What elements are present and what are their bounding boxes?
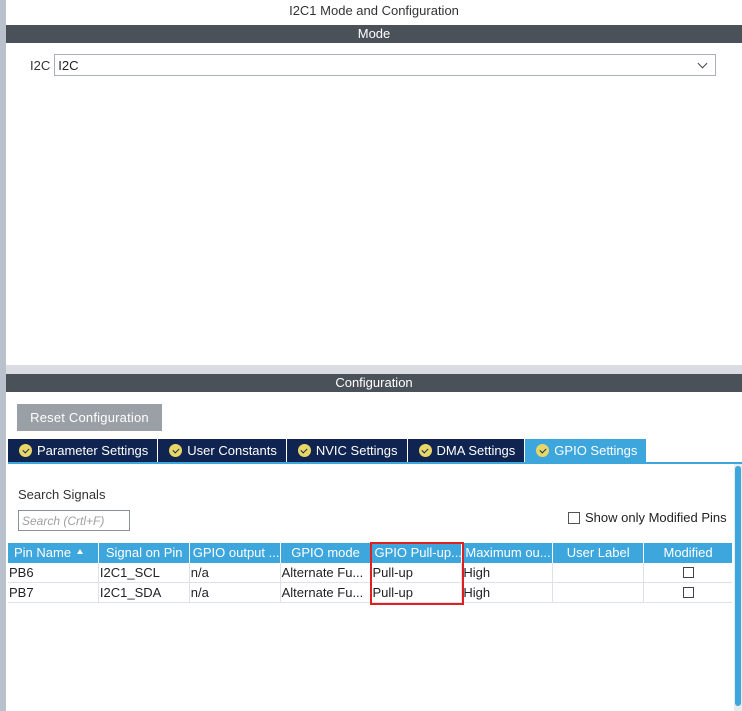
sort-ascending-icon [77, 549, 84, 554]
column-header-modified[interactable]: Modified [644, 543, 732, 563]
cell-pull: Pull-up [372, 583, 463, 602]
cell-signal: I2C1_SCL [99, 563, 190, 582]
column-header-label: Signal on Pin [105, 545, 183, 560]
cell-modified [644, 583, 732, 602]
column-header-label: GPIO output ... [192, 545, 280, 560]
check-circle-icon [418, 444, 432, 457]
column-header-max-output[interactable]: Maximum ou... [462, 543, 554, 563]
window-title: I2C1 Mode and Configuration [289, 3, 459, 18]
left-edge-strip [0, 0, 6, 711]
chevron-down-icon [697, 58, 708, 68]
cell-max-output: High [462, 563, 554, 582]
tab-dma-settings[interactable]: DMA Settings [407, 439, 525, 462]
modified-checkbox[interactable] [682, 567, 694, 578]
cell-output: n/a [190, 563, 281, 582]
tab-label: GPIO Settings [554, 443, 638, 458]
check-circle-icon [297, 444, 311, 457]
i2c-mode-select[interactable]: I2C [54, 54, 717, 76]
scrollbar-thumb[interactable] [735, 466, 741, 706]
tab-gpio-settings[interactable]: GPIO Settings [525, 439, 647, 462]
reset-configuration-button[interactable]: Reset Configuration [17, 404, 162, 431]
cell-user-label [553, 563, 645, 582]
mode-section-header: Mode [6, 25, 742, 43]
modified-checkbox[interactable] [682, 587, 694, 598]
column-header-gpio-mode[interactable]: GPIO mode [281, 543, 372, 563]
check-circle-icon [169, 444, 183, 457]
tab-label: NVIC Settings [315, 443, 398, 458]
cell-pin: PB7 [8, 583, 99, 602]
tab-label: User Constants [187, 443, 277, 458]
column-header-label: Pin Name [14, 545, 72, 560]
column-header-label: Maximum ou... [465, 545, 551, 560]
column-header-gpio-output[interactable]: GPIO output ... [190, 543, 281, 563]
cell-user-label [553, 583, 645, 602]
configuration-section-header: Configuration [6, 374, 742, 392]
i2c-mode-row: I2C I2C [30, 54, 717, 76]
column-header-signal[interactable]: Signal on Pin [99, 543, 190, 563]
i2c-mode-label: I2C [30, 57, 51, 73]
column-header-gpio-pull[interactable]: GPIO Pull-up... [372, 543, 463, 563]
cell-output: n/a [190, 583, 281, 602]
show-modified-checkbox[interactable] [568, 511, 580, 524]
cell-mode: Alternate Fu... [281, 563, 372, 582]
cell-pin: PB6 [8, 563, 99, 582]
column-header-user-label[interactable]: User Label [553, 543, 645, 563]
config-tabs: Parameter Settings User Constants NVIC S… [8, 439, 647, 462]
column-header-label: Modified [663, 545, 713, 560]
cell-signal: I2C1_SDA [99, 583, 190, 602]
search-signals-input[interactable] [18, 510, 130, 531]
tab-label: Parameter Settings [37, 443, 149, 458]
table-row[interactable]: PB6 I2C1_SCL n/a Alternate Fu... Pull-up… [8, 563, 732, 583]
panel-divider [6, 365, 742, 374]
column-header-label: GPIO mode [291, 545, 360, 560]
i2c-mode-value: I2C [58, 57, 79, 73]
cell-modified [644, 563, 732, 582]
tab-nvic-settings[interactable]: NVIC Settings [286, 439, 407, 462]
column-header-label: User Label [566, 545, 630, 560]
show-modified-pins-toggle[interactable]: Show only Modified Pins [568, 510, 727, 525]
cell-mode: Alternate Fu... [281, 583, 372, 602]
cell-pull: Pull-up [372, 563, 463, 582]
check-circle-icon [536, 444, 550, 457]
show-modified-label: Show only Modified Pins [585, 510, 727, 525]
table-header: Pin Name Signal on Pin GPIO output ... G… [8, 543, 732, 563]
cell-max-output: High [462, 583, 554, 602]
gpio-pin-table: Pin Name Signal on Pin GPIO output ... G… [8, 543, 732, 603]
column-header-label: GPIO Pull-up... [374, 545, 462, 560]
column-header-pin-name[interactable]: Pin Name [8, 543, 99, 563]
table-row[interactable]: PB7 I2C1_SDA n/a Alternate Fu... Pull-up… [8, 583, 732, 603]
tab-label: DMA Settings [436, 443, 516, 458]
tab-user-constants[interactable]: User Constants [158, 439, 286, 462]
tab-parameter-settings[interactable]: Parameter Settings [8, 439, 158, 462]
search-signals-label: Search Signals [18, 487, 106, 502]
check-circle-icon [19, 444, 32, 457]
